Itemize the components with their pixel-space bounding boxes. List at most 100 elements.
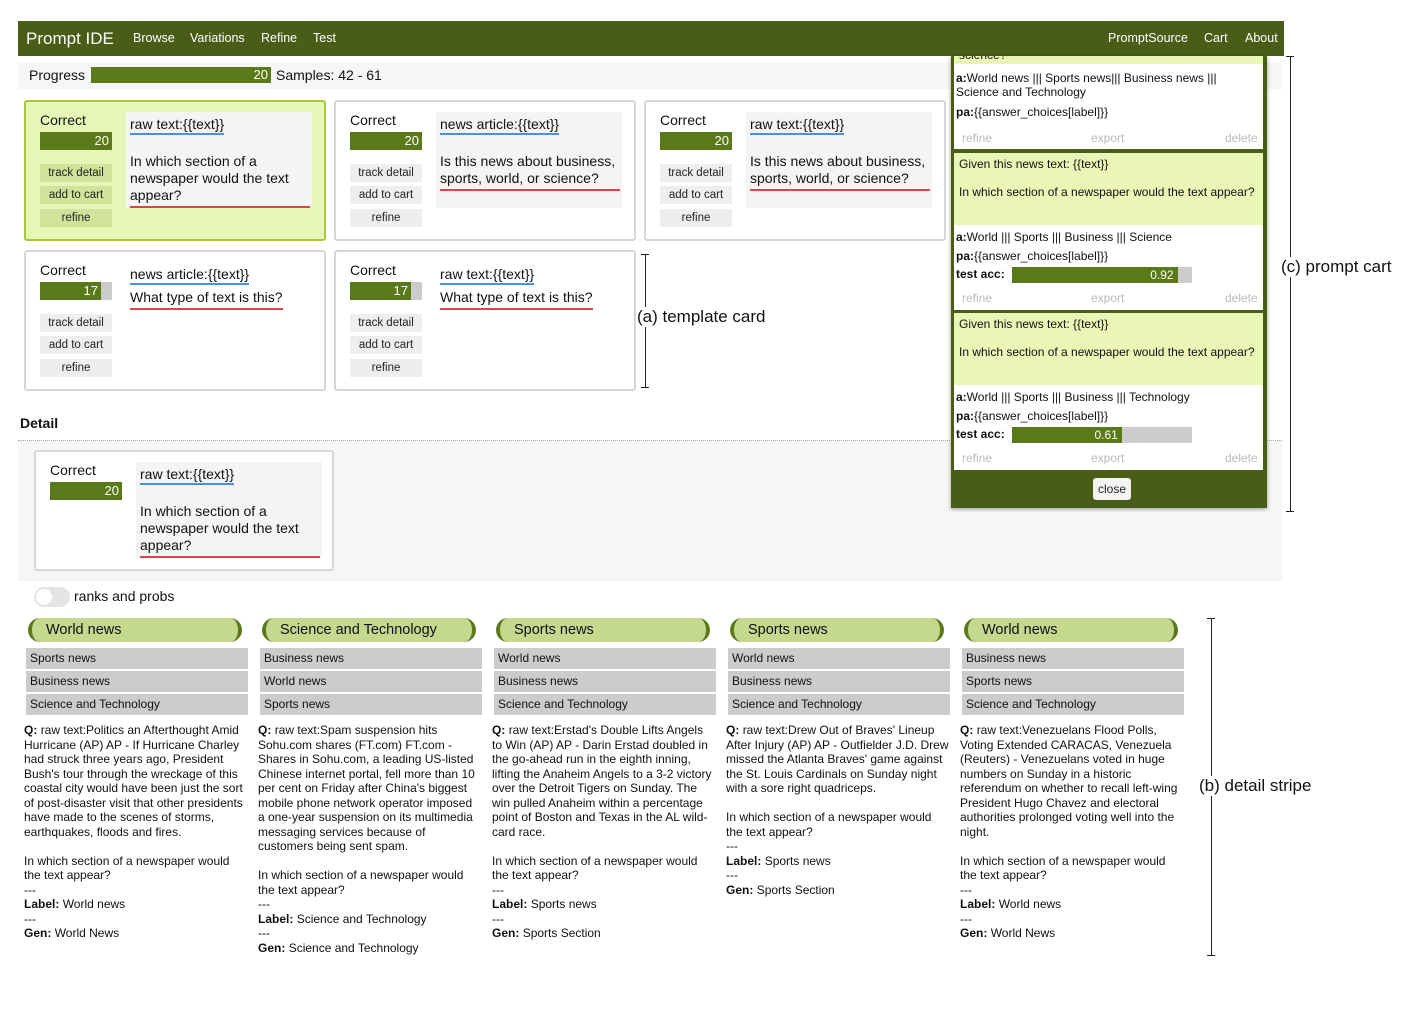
template-card[interactable]: Correct 20 track detail add to cart refine ra… bbox=[644, 100, 946, 241]
sample-body: Q: raw text:Erstad's Double Lifts Angels… bbox=[492, 723, 716, 941]
top-prediction[interactable]: Sports news bbox=[496, 618, 710, 642]
refine-button[interactable]: refine bbox=[962, 131, 992, 145]
rank-item: Business news bbox=[494, 671, 716, 692]
q-label: Q: bbox=[960, 723, 974, 737]
pa-label: pa: bbox=[956, 409, 974, 423]
sample-label: Label: World news bbox=[960, 897, 1184, 912]
q-text: raw text:Erstad's Double Lifts Angels to… bbox=[492, 723, 712, 839]
cart-item-pa: pa:{{answer_choices[label]}} bbox=[956, 409, 1108, 423]
cart-close-button[interactable]: close bbox=[1093, 478, 1131, 500]
sample-body: Q: raw text:Venezuelans Flood Polls, Vot… bbox=[960, 723, 1184, 941]
delete-button[interactable]: delete bbox=[1225, 291, 1258, 305]
sample-body: Q: raw text:Spam suspension hits Sohu.co… bbox=[258, 723, 482, 955]
refine-button[interactable]: refine bbox=[350, 209, 422, 227]
label-key: Label: bbox=[726, 853, 762, 868]
card-score-fill: 20 bbox=[660, 132, 732, 150]
top-prediction[interactable]: World news bbox=[964, 618, 1178, 642]
prefix-text: news article: bbox=[130, 266, 208, 282]
toggle-knob bbox=[36, 589, 52, 605]
test-acc-fill: 0.92 bbox=[1012, 267, 1178, 283]
gen-key: Gen: bbox=[258, 940, 286, 955]
add-to-cart-button[interactable]: add to cart bbox=[40, 186, 112, 204]
card-template-prefix: raw text:{{text}} bbox=[440, 266, 535, 285]
rank-item: Science and Technology bbox=[26, 694, 248, 715]
ranks-probs-toggle[interactable] bbox=[34, 587, 70, 607]
q-label: Q: bbox=[492, 723, 506, 737]
rank-item: World news bbox=[494, 648, 716, 669]
separator: --- bbox=[258, 926, 270, 940]
top-prediction[interactable]: Sports news bbox=[730, 618, 944, 642]
template-card[interactable]: Correct 20 track detail add to cart refine ra… bbox=[24, 100, 326, 241]
cart-item-pa: pa:{{answer_choices[label]}} bbox=[956, 105, 1108, 119]
refine-button[interactable]: refine bbox=[40, 359, 112, 377]
add-to-cart-button[interactable]: add to cart bbox=[350, 336, 422, 354]
label-key: Label: bbox=[960, 897, 996, 911]
detail-template-card[interactable]: Correct 20 raw text:{{text}} In which se… bbox=[34, 450, 334, 571]
add-to-cart-button[interactable]: add to cart bbox=[40, 336, 112, 354]
card-score: 17 bbox=[40, 282, 112, 300]
export-button[interactable]: export bbox=[1091, 291, 1124, 305]
track-detail-button[interactable]: track detail bbox=[350, 164, 422, 182]
card-label: Correct bbox=[40, 262, 86, 278]
separator: --- bbox=[24, 911, 36, 926]
rank-item: Business news bbox=[260, 648, 482, 669]
delete-button[interactable]: delete bbox=[1225, 451, 1258, 465]
nav-variations[interactable]: Variations bbox=[190, 31, 245, 45]
var-text: {{text}} bbox=[207, 266, 250, 282]
card-question: Is this news about business, sports, wor… bbox=[750, 153, 930, 191]
rank-item: World news bbox=[260, 671, 482, 692]
track-detail-button[interactable]: track detail bbox=[40, 314, 112, 332]
rank-item: Sports news bbox=[260, 694, 482, 715]
top-prediction[interactable]: World news bbox=[28, 618, 242, 642]
cart-item-answers: a:World ||| Sports ||| Business ||| Scie… bbox=[956, 230, 1172, 244]
pa-label: pa: bbox=[956, 105, 974, 119]
header-question: In which section of a newspaper would th… bbox=[959, 185, 1255, 199]
var-text: {{text}} bbox=[182, 116, 225, 132]
answers-text: World ||| Sports ||| Business ||| Scienc… bbox=[966, 230, 1172, 244]
track-detail-button[interactable]: track detail bbox=[660, 164, 732, 182]
annotation-tick bbox=[641, 387, 649, 388]
progress-bar-fill: 20 bbox=[91, 67, 271, 83]
top-prediction[interactable]: Science and Technology bbox=[262, 618, 476, 642]
add-to-cart-button[interactable]: add to cart bbox=[350, 186, 422, 204]
nav-browse[interactable]: Browse bbox=[133, 31, 175, 45]
delete-button[interactable]: delete bbox=[1225, 131, 1258, 145]
export-button[interactable]: export bbox=[1091, 131, 1124, 145]
sample-question: Q: raw text:Erstad's Double Lifts Angels… bbox=[492, 723, 716, 839]
template-card[interactable]: Correct 17 track detail add to cart refine ra… bbox=[334, 250, 636, 391]
card-score: 20 bbox=[40, 132, 112, 150]
pa-text: {{answer_choices[label]}} bbox=[974, 409, 1109, 423]
card-label: Correct bbox=[660, 112, 706, 128]
card-score: 20 bbox=[350, 132, 422, 150]
var-text: {{text}} bbox=[802, 116, 845, 132]
refine-button[interactable]: refine bbox=[350, 359, 422, 377]
refine-button[interactable]: refine bbox=[660, 209, 732, 227]
header-text: Given this news text: {{text}} bbox=[959, 157, 1109, 171]
template-card[interactable]: Correct 17 track detail add to cart refine ne… bbox=[24, 250, 326, 391]
annotation-detail-stripe: (b) detail stripe bbox=[1199, 776, 1312, 796]
app-brand[interactable]: Prompt IDE bbox=[26, 29, 114, 49]
refine-button[interactable]: refine bbox=[962, 291, 992, 305]
separator: --- bbox=[24, 882, 36, 897]
card-question: Is this news about business, sports, wor… bbox=[440, 153, 620, 191]
cart-item-pa: pa:{{answer_choices[label]}} bbox=[956, 249, 1108, 263]
separator: --- bbox=[726, 868, 738, 882]
nav-about[interactable]: About bbox=[1245, 31, 1278, 45]
nav-refine[interactable]: Refine bbox=[261, 31, 297, 45]
var-text: {{text}} bbox=[492, 266, 535, 282]
nav-promptsource[interactable]: PromptSource bbox=[1108, 31, 1188, 45]
nav-test[interactable]: Test bbox=[313, 31, 336, 45]
label-key: Label: bbox=[258, 911, 294, 926]
track-detail-button[interactable]: track detail bbox=[40, 164, 112, 182]
track-detail-button[interactable]: track detail bbox=[350, 314, 422, 332]
nav-cart[interactable]: Cart bbox=[1204, 31, 1228, 45]
add-to-cart-button[interactable]: add to cart bbox=[660, 186, 732, 204]
export-button[interactable]: export bbox=[1091, 451, 1124, 465]
refine-button[interactable]: refine bbox=[40, 209, 112, 227]
cart-item-header: Given this news text: {{text}} In which … bbox=[954, 313, 1263, 385]
template-card[interactable]: Correct 20 track detail add to cart refine ne… bbox=[334, 100, 636, 241]
refine-button[interactable]: refine bbox=[962, 451, 992, 465]
card-template-prefix: raw text:{{text}} bbox=[750, 116, 845, 135]
detail-card-template: raw text:{{text}} In which section of a … bbox=[136, 462, 322, 558]
cart-item: Given this news text: {{text}} In which … bbox=[954, 313, 1263, 470]
